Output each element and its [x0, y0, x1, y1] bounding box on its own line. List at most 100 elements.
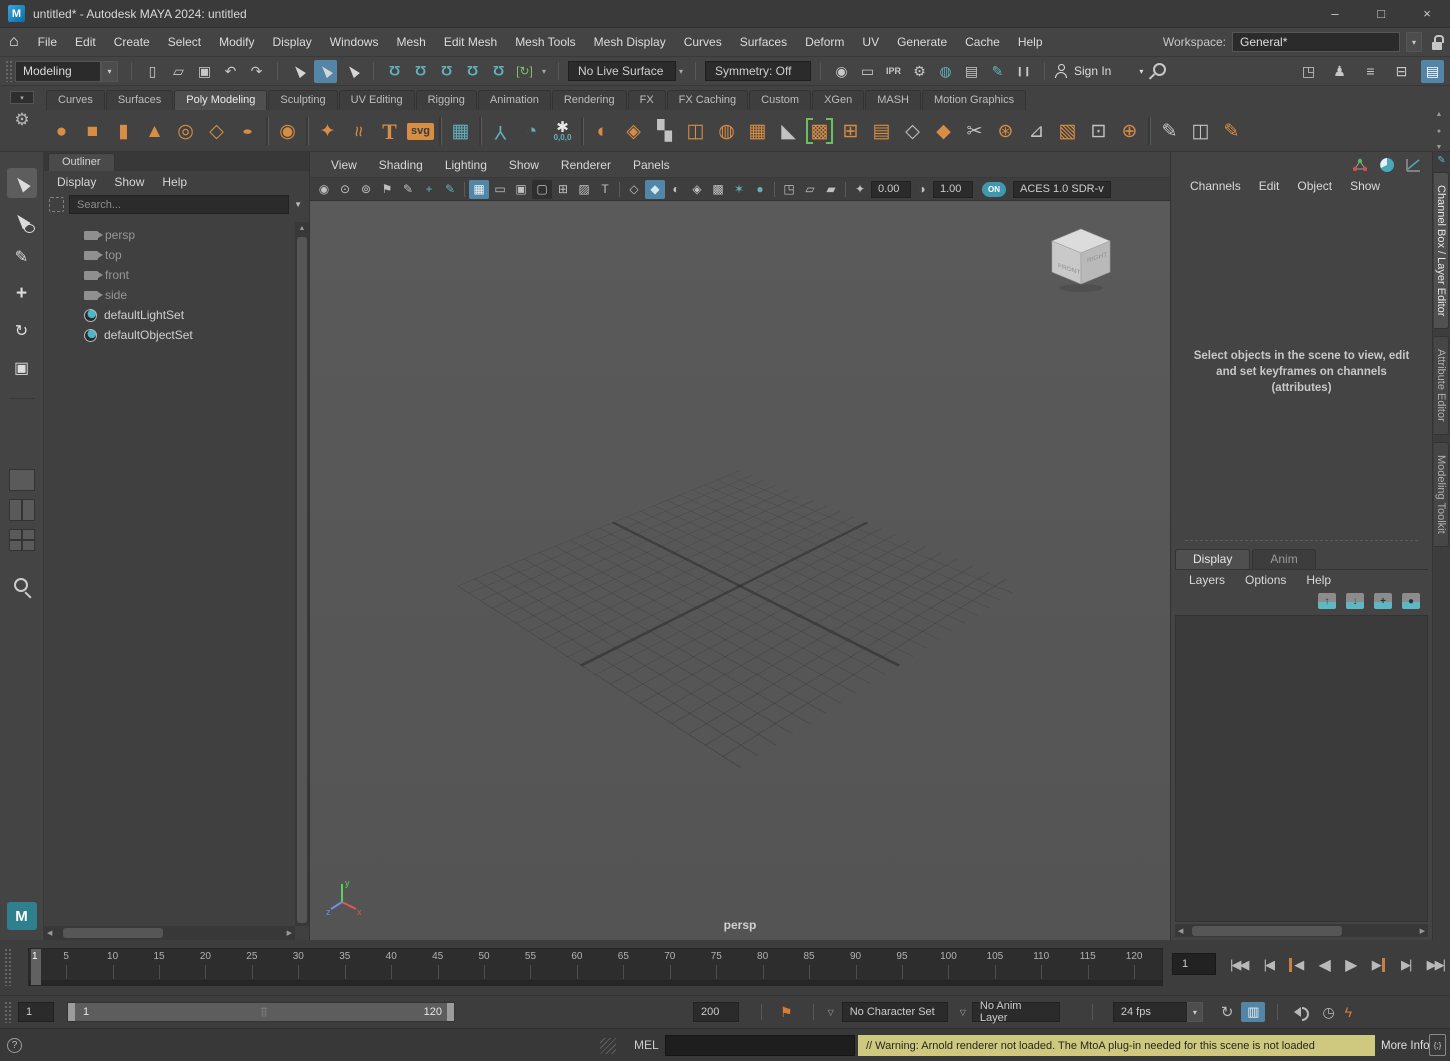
spherize-icon[interactable]: ⊕ — [1114, 114, 1145, 148]
shelf-tab[interactable]: Curves — [46, 90, 105, 110]
maximize-button[interactable]: □ — [1358, 0, 1404, 28]
poly-sphere-icon[interactable]: ● — [46, 114, 77, 148]
open-scene-icon[interactable]: ▱ — [167, 60, 190, 83]
grid-toggle-icon[interactable]: ▦ — [469, 180, 489, 199]
select-camera-icon[interactable]: ◉ — [314, 180, 334, 199]
step-forward-frame-button[interactable]: ▶| — [1401, 957, 1410, 973]
range-end-handle[interactable] — [447, 1003, 454, 1021]
play-backwards-button[interactable]: ◀ — [1319, 955, 1329, 975]
smooth-icon[interactable]: ◍ — [711, 114, 742, 148]
new-empty-layer-icon[interactable]: + — [1374, 593, 1392, 609]
bend-deformer-icon[interactable]: ◫ — [1185, 114, 1216, 148]
lattice-icon[interactable]: ⊡ — [1083, 114, 1114, 148]
shelf-tab[interactable]: FX Caching — [667, 90, 748, 110]
smooth-shade-icon[interactable]: ◆ — [645, 180, 665, 199]
character-set-dropdown-icon[interactable]: ▽ — [828, 1008, 834, 1017]
svg-tool-icon[interactable]: svg — [405, 114, 436, 148]
annotate-icon[interactable]: ✎ — [440, 180, 460, 199]
time-slider[interactable]: 5 10 15 20 25 — [28, 948, 1163, 986]
shelf-tab[interactable]: Motion Graphics — [922, 90, 1026, 110]
close-button[interactable]: × — [1404, 0, 1450, 28]
poly-plane-icon[interactable]: ◇ — [201, 114, 232, 148]
shelf-tab[interactable]: UV Editing — [339, 90, 415, 110]
poly-torus-icon[interactable]: ◎ — [170, 114, 201, 148]
shelf-tab-selector[interactable]: ▾ — [10, 91, 34, 104]
exposure-icon[interactable]: ✦ — [850, 180, 870, 199]
render-view-icon[interactable]: ◉ — [830, 60, 853, 83]
outliner-menu-item[interactable]: Help — [153, 175, 196, 189]
viewport-menu-item[interactable]: Panels — [622, 158, 681, 172]
minimize-button[interactable]: – — [1312, 0, 1358, 28]
viewport-menu-item[interactable]: Lighting — [434, 158, 498, 172]
go-to-end-button[interactable]: ▶▶| — [1427, 957, 1444, 973]
safe-action-icon[interactable]: ▨ — [574, 180, 594, 199]
outliner-item[interactable]: defaultObjectSet — [44, 325, 295, 345]
texture-view-icon[interactable]: ▰ — [821, 180, 841, 199]
boolean-icon[interactable]: ◐ — [587, 114, 618, 148]
move-layer-down-icon[interactable]: ↓ — [1346, 593, 1364, 609]
shelf-tab[interactable]: Custom — [749, 90, 811, 110]
gamma-field[interactable]: 1.00 — [933, 181, 973, 198]
scrollbar-thumb[interactable] — [297, 237, 307, 923]
undo-icon[interactable]: ↶ — [219, 60, 242, 83]
lock-icon[interactable] — [1432, 35, 1444, 50]
layout-two-pane-button[interactable] — [9, 499, 35, 521]
menu-item[interactable]: Help — [1009, 35, 1052, 49]
bevel-icon[interactable]: ◆ — [928, 114, 959, 148]
menu-item[interactable]: Edit — [66, 35, 105, 49]
workspace-dropdown-arrow[interactable]: ▾ — [1406, 32, 1422, 52]
rgb-channels-icon[interactable] — [1352, 158, 1368, 172]
menu-item[interactable]: Generate — [888, 35, 956, 49]
scroll-left-icon[interactable]: ◀ — [44, 929, 55, 937]
anim-layer-field[interactable]: No Anim Layer — [972, 1002, 1060, 1022]
channel-box-menu-item[interactable]: Channels — [1181, 179, 1250, 193]
warning-message[interactable]: // Warning: Arnold renderer not loaded. … — [858, 1035, 1375, 1056]
pencil-tool-icon[interactable]: ✎ — [398, 180, 418, 199]
type-text-icon[interactable]: T — [374, 114, 405, 148]
speed-gauge-icon[interactable] — [1379, 157, 1395, 173]
shelf-tab[interactable]: Rendering — [552, 90, 627, 110]
render-settings-icon[interactable]: ⚙ — [908, 60, 931, 83]
move-layer-up-icon[interactable]: ↑ — [1318, 593, 1336, 609]
color-management-toggle[interactable]: ON — [982, 182, 1006, 197]
current-time-field[interactable]: 1 — [1172, 953, 1216, 975]
maya-avatar[interactable]: M — [7, 902, 37, 930]
layer-editor-scrollbar[interactable]: ◀ ▶ — [1175, 924, 1428, 937]
sidebar-tab[interactable]: Channel Box / Layer Editor — [1434, 172, 1449, 329]
new-layer-from-selected-icon[interactable]: ● — [1402, 593, 1420, 609]
combine-icon[interactable]: ◈ — [618, 114, 649, 148]
snap-projected-center-icon[interactable]: Ω — [461, 60, 484, 83]
shelf-tab[interactable]: Poly Modeling — [174, 90, 267, 110]
image-plane-icon[interactable]: ▱ — [800, 180, 820, 199]
circularize-icon[interactable]: ⊛ — [990, 114, 1021, 148]
shelf-tab[interactable]: XGen — [812, 90, 864, 110]
scroll-right-icon[interactable]: ▶ — [1417, 927, 1428, 935]
snap-to-curve-icon[interactable]: Ω — [409, 60, 432, 83]
poly-cube-icon[interactable]: ■ — [77, 114, 108, 148]
separate-icon[interactable]: ▚ — [649, 114, 680, 148]
view-cube[interactable]: FRONT RIGHT — [1044, 224, 1118, 298]
toolbar-grip[interactable] — [5, 60, 12, 82]
scroll-up-icon[interactable]: ▲ — [295, 222, 309, 232]
outliner-menu-item[interactable]: Show — [105, 175, 153, 189]
layout-four-pane-button[interactable] — [9, 529, 35, 551]
menu-item[interactable]: Edit Mesh — [435, 35, 506, 49]
lasso-tool[interactable] — [7, 205, 37, 235]
symmetry-field[interactable]: Symmetry: Off — [705, 61, 811, 81]
channel-box-menu-item[interactable]: Show — [1341, 179, 1389, 193]
field-chart-icon[interactable]: ⊞ — [553, 180, 573, 199]
retopologize-icon[interactable]: ▩ — [804, 114, 835, 148]
outliner-item[interactable]: top — [44, 245, 295, 265]
menu-set-arrow-icon[interactable]: ▾ — [101, 61, 118, 82]
new-scene-icon[interactable]: ▯ — [141, 60, 164, 83]
paint-select-tool[interactable]: ✎ — [7, 242, 37, 272]
save-scene-icon[interactable]: ▣ — [193, 60, 216, 83]
character-controls-icon[interactable]: ♟ — [1328, 60, 1351, 83]
workspace-value[interactable]: General* — [1232, 32, 1400, 52]
range-slider[interactable]: 1 120 — [67, 1002, 455, 1022]
outliner-vertical-scrollbar[interactable]: ▲ — [295, 222, 309, 926]
playblast-icon[interactable]: ▥ — [1241, 1002, 1265, 1022]
anim-layer-dropdown-icon[interactable]: ▽ — [960, 1008, 966, 1017]
multi-cut-icon[interactable]: ✂ — [959, 114, 990, 148]
outliner-item[interactable]: front — [44, 265, 295, 285]
